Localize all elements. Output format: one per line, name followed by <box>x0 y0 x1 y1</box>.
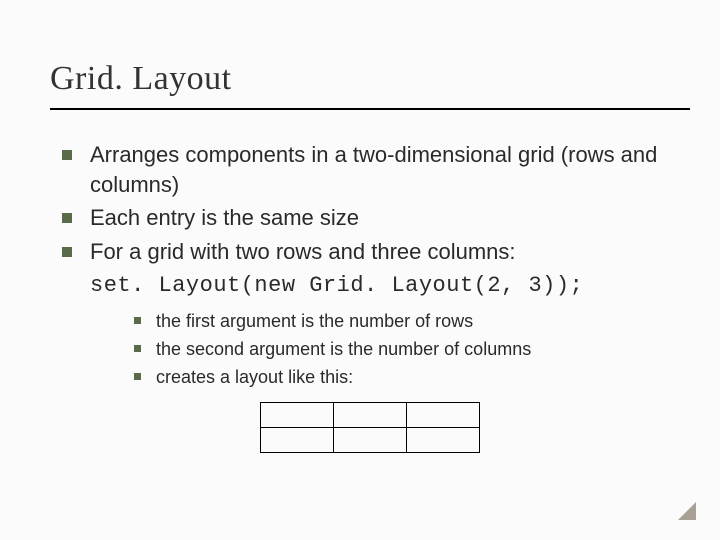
slide-title: Grid. Layout <box>50 60 670 98</box>
title-underline <box>50 108 690 110</box>
bullet-list: Arranges components in a two-dimensional… <box>56 140 670 267</box>
code-line: set. Layout(new Grid. Layout(2, 3)); <box>90 273 670 298</box>
slide: Grid. Layout Arranges components in a tw… <box>0 0 720 540</box>
grid-demo <box>260 402 480 453</box>
grid-cell <box>261 403 334 428</box>
grid-cell <box>261 428 334 453</box>
grid-row <box>261 403 480 428</box>
grid-cell <box>407 428 480 453</box>
sub-bullet-list: the first argument is the number of rows… <box>130 308 670 390</box>
grid-cell <box>334 428 407 453</box>
sub-bullet-item: the second argument is the number of col… <box>130 336 670 362</box>
bullet-item: For a grid with two rows and three colum… <box>56 237 670 267</box>
grid-row <box>261 428 480 453</box>
grid-cell <box>334 403 407 428</box>
sub-bullet-item: creates a layout like this: <box>130 364 670 390</box>
sub-bullet-item: the first argument is the number of rows <box>130 308 670 334</box>
bullet-item: Arranges components in a two-dimensional… <box>56 140 670 199</box>
grid-cell <box>407 403 480 428</box>
corner-fold-icon <box>678 502 696 520</box>
bullet-item: Each entry is the same size <box>56 203 670 233</box>
